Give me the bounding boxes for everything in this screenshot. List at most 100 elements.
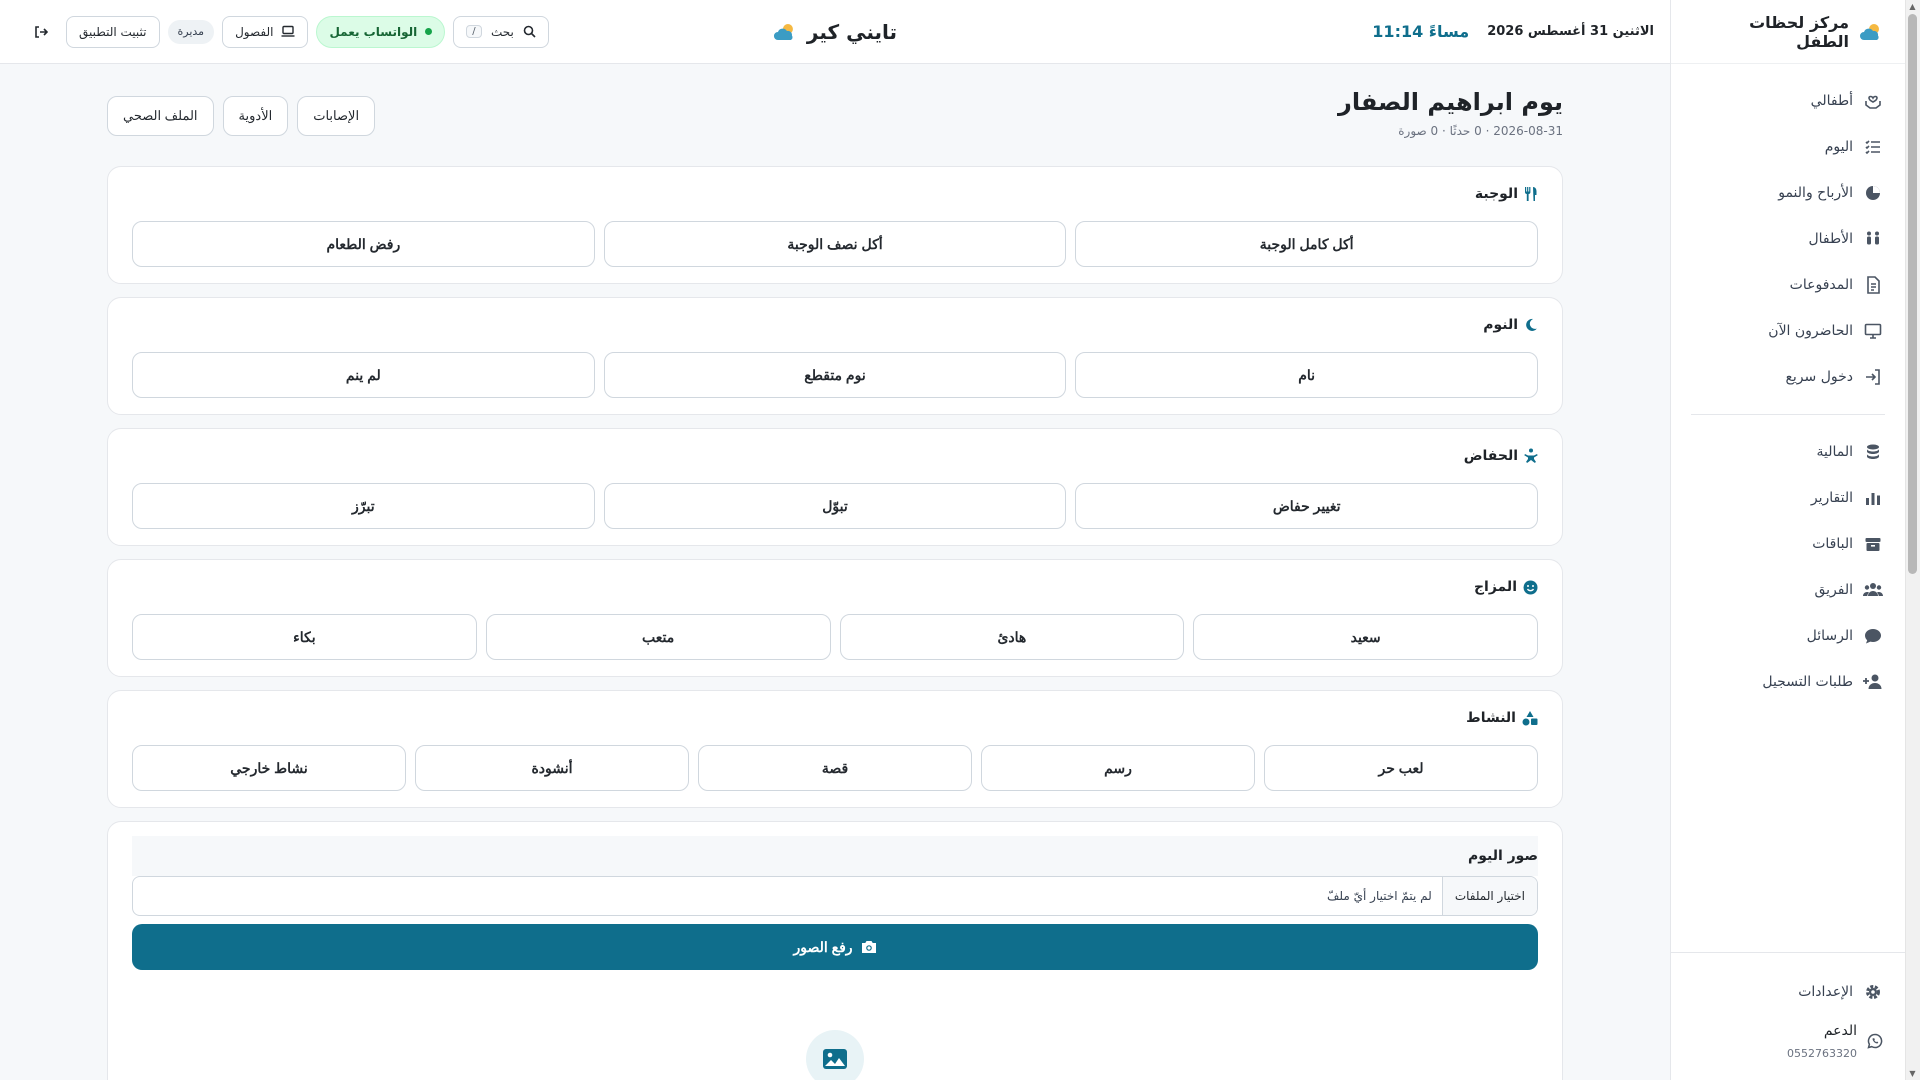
- activity-card: النشاط لعب حر رسم قصة أنشودة نشاط خارجي: [107, 690, 1563, 808]
- sidebar-item-label: أطفالي: [1810, 93, 1853, 109]
- page-scrollbar[interactable]: ▲ ▼: [1905, 0, 1920, 1080]
- utensils-icon: [1524, 186, 1538, 202]
- app-name: تايني كير: [806, 19, 898, 44]
- classes-button[interactable]: الفصول: [222, 15, 309, 48]
- mood-option-calm[interactable]: هادئ: [839, 614, 1185, 660]
- sidebar-item-today[interactable]: اليوم: [1671, 124, 1905, 170]
- upload-label: رفع الصور: [793, 938, 853, 955]
- whatsapp-status-badge[interactable]: الواتساب يعمل: [316, 15, 446, 48]
- sidebar-item-label: دخول سريع: [1785, 369, 1853, 385]
- sidebar-item-label: طلبات التسجيل: [1762, 674, 1853, 690]
- activity-option-outdoor[interactable]: نشاط خارجي: [132, 745, 406, 791]
- sidebar-brand[interactable]: مركز لحظات الطفل: [1671, 0, 1905, 64]
- sidebar-item-label: الأرباح والنمو: [1778, 185, 1853, 201]
- card-title: النوم: [132, 314, 1538, 336]
- sidebar-item-packages[interactable]: الباقات: [1671, 521, 1905, 567]
- whatsapp-icon: [1867, 1033, 1883, 1049]
- scroll-thumb[interactable]: [1908, 14, 1917, 574]
- children-icon: [1863, 229, 1883, 249]
- coins-icon: [1863, 442, 1883, 462]
- sleep-card: النوم نام نوم متقطع لم ينم: [107, 297, 1563, 415]
- sidebar: مركز لحظات الطفل أطفالي اليوم الأرباح وا…: [1670, 0, 1905, 1080]
- upload-photos-button[interactable]: رفع الصور: [132, 924, 1538, 970]
- file-status: لم يتمّ اختيار أيّ ملفّ: [1326, 889, 1432, 903]
- diaper-option-bowel[interactable]: تبرّز: [132, 483, 595, 529]
- search-button[interactable]: بحث /: [453, 15, 550, 48]
- mood-option-happy[interactable]: سعيد: [1193, 614, 1538, 660]
- top-bar: الاثنين 31 أغسطس 2026 مساءً 11:14 تايني …: [0, 0, 1670, 64]
- brand-name: مركز لحظات الطفل: [1749, 12, 1849, 51]
- sidebar-item-registration-requests[interactable]: طلبات التسجيل: [1671, 659, 1905, 705]
- activity-option-song[interactable]: أنشودة: [415, 745, 689, 791]
- logout-button[interactable]: [24, 15, 58, 49]
- sleep-option-not-slept[interactable]: لم ينم: [132, 352, 595, 398]
- meal-card: الوجبة أكل كامل الوجبة أكل نصف الوجبة رف…: [107, 166, 1563, 284]
- diaper-option-urination[interactable]: تبوّل: [603, 483, 1067, 529]
- camera-icon: [861, 940, 877, 954]
- page-subtitle: 2026-08-31 · 0 حدثًا · 0 صورة: [1398, 124, 1563, 138]
- sidebar-item-label: الباقات: [1812, 536, 1853, 552]
- sidebar-item-label: الفريق: [1814, 582, 1853, 598]
- sign-in-icon: [1863, 367, 1883, 387]
- mood-option-tired[interactable]: متعب: [485, 614, 831, 660]
- medications-button[interactable]: الأدوية: [222, 96, 289, 136]
- health-profile-button[interactable]: الملف الصحي: [107, 96, 214, 136]
- install-app-button[interactable]: تثبيت التطبيق: [66, 15, 160, 48]
- page-title: يوم ابراهيم الصفار: [1338, 88, 1563, 116]
- meal-option-refused[interactable]: رفض الطعام: [132, 221, 595, 267]
- sidebar-item-children[interactable]: الأطفال: [1671, 216, 1905, 262]
- laptop-icon: [281, 25, 295, 38]
- meal-option-full[interactable]: أكل كامل الوجبة: [1075, 221, 1538, 267]
- main-content: يوم ابراهيم الصفار 2026-08-31 · 0 حدثًا …: [0, 64, 1670, 1080]
- injuries-button[interactable]: الإصابات: [297, 96, 376, 136]
- scroll-down-arrow[interactable]: ▼: [1908, 1069, 1917, 1078]
- sidebar-item-profits-growth[interactable]: الأرباح والنمو: [1671, 170, 1905, 216]
- sidebar-item-label: التقارير: [1810, 490, 1853, 506]
- mood-title: المزاج: [1473, 579, 1517, 595]
- sleep-option-interrupted[interactable]: نوم متقطع: [603, 352, 1067, 398]
- status-dot: [425, 28, 433, 35]
- chart-pie-icon: [1863, 183, 1883, 203]
- shapes-icon: [1522, 710, 1538, 726]
- sidebar-item-present-now[interactable]: الحاضرون الآن: [1671, 308, 1905, 354]
- diaper-title: الحفاض: [1463, 448, 1518, 464]
- sidebar-item-my-kids[interactable]: أطفالي: [1671, 78, 1905, 124]
- classes-label: الفصول: [235, 24, 274, 39]
- image-icon: [822, 1048, 848, 1070]
- activity-option-drawing[interactable]: رسم: [981, 745, 1255, 791]
- sidebar-item-quick-entry[interactable]: دخول سريع: [1671, 354, 1905, 400]
- sidebar-item-messages[interactable]: الرسائل: [1671, 613, 1905, 659]
- diaper-option-change[interactable]: تغيير حفاض: [1075, 483, 1538, 529]
- sidebar-item-payments[interactable]: المدفوعات: [1671, 262, 1905, 308]
- activity-option-free-play[interactable]: لعب حر: [1264, 745, 1538, 791]
- search-icon: [523, 25, 536, 38]
- logout-icon: [34, 25, 48, 39]
- choose-files-button[interactable]: اختيار الملفات: [1441, 877, 1537, 915]
- sidebar-item-reports[interactable]: التقارير: [1671, 475, 1905, 521]
- receipt-icon: [1863, 275, 1883, 295]
- sidebar-item-team[interactable]: الفريق: [1671, 567, 1905, 613]
- scroll-up-arrow[interactable]: ▲: [1908, 2, 1917, 11]
- sidebar-item-settings[interactable]: الإعدادات: [1671, 969, 1905, 1015]
- diaper-card: الحفاض تغيير حفاض تبوّل تبرّز: [107, 428, 1563, 546]
- current-date: الاثنين 31 أغسطس 2026: [1487, 24, 1654, 39]
- meal-option-half[interactable]: أكل نصف الوجبة: [603, 221, 1067, 267]
- sidebar-item-label: الرسائل: [1806, 628, 1853, 644]
- activity-option-story[interactable]: قصة: [698, 745, 972, 791]
- role-badge: مديرة: [167, 19, 215, 44]
- meal-title: الوجبة: [1474, 186, 1518, 202]
- monitor-icon: [1863, 321, 1883, 341]
- sleep-title: النوم: [1483, 317, 1518, 333]
- sidebar-item-support[interactable]: الدعم 0552763320: [1671, 1015, 1905, 1068]
- sleep-option-slept[interactable]: نام: [1075, 352, 1538, 398]
- bar-chart-icon: [1863, 488, 1883, 508]
- mood-option-crying[interactable]: بكاء: [132, 614, 477, 660]
- sidebar-item-label: المدفوعات: [1789, 277, 1853, 293]
- sidebar-item-label: الأطفال: [1808, 231, 1853, 247]
- sidebar-nav: أطفالي اليوم الأرباح والنمو الأطفال المد…: [1671, 64, 1905, 705]
- app-title: تايني كير: [773, 20, 897, 44]
- sidebar-item-finance[interactable]: المالية: [1671, 429, 1905, 475]
- smile-icon: [1523, 580, 1538, 595]
- file-input[interactable]: اختيار الملفات لم يتمّ اختيار أيّ ملفّ: [132, 876, 1538, 916]
- install-app-label: تثبيت التطبيق: [79, 24, 147, 39]
